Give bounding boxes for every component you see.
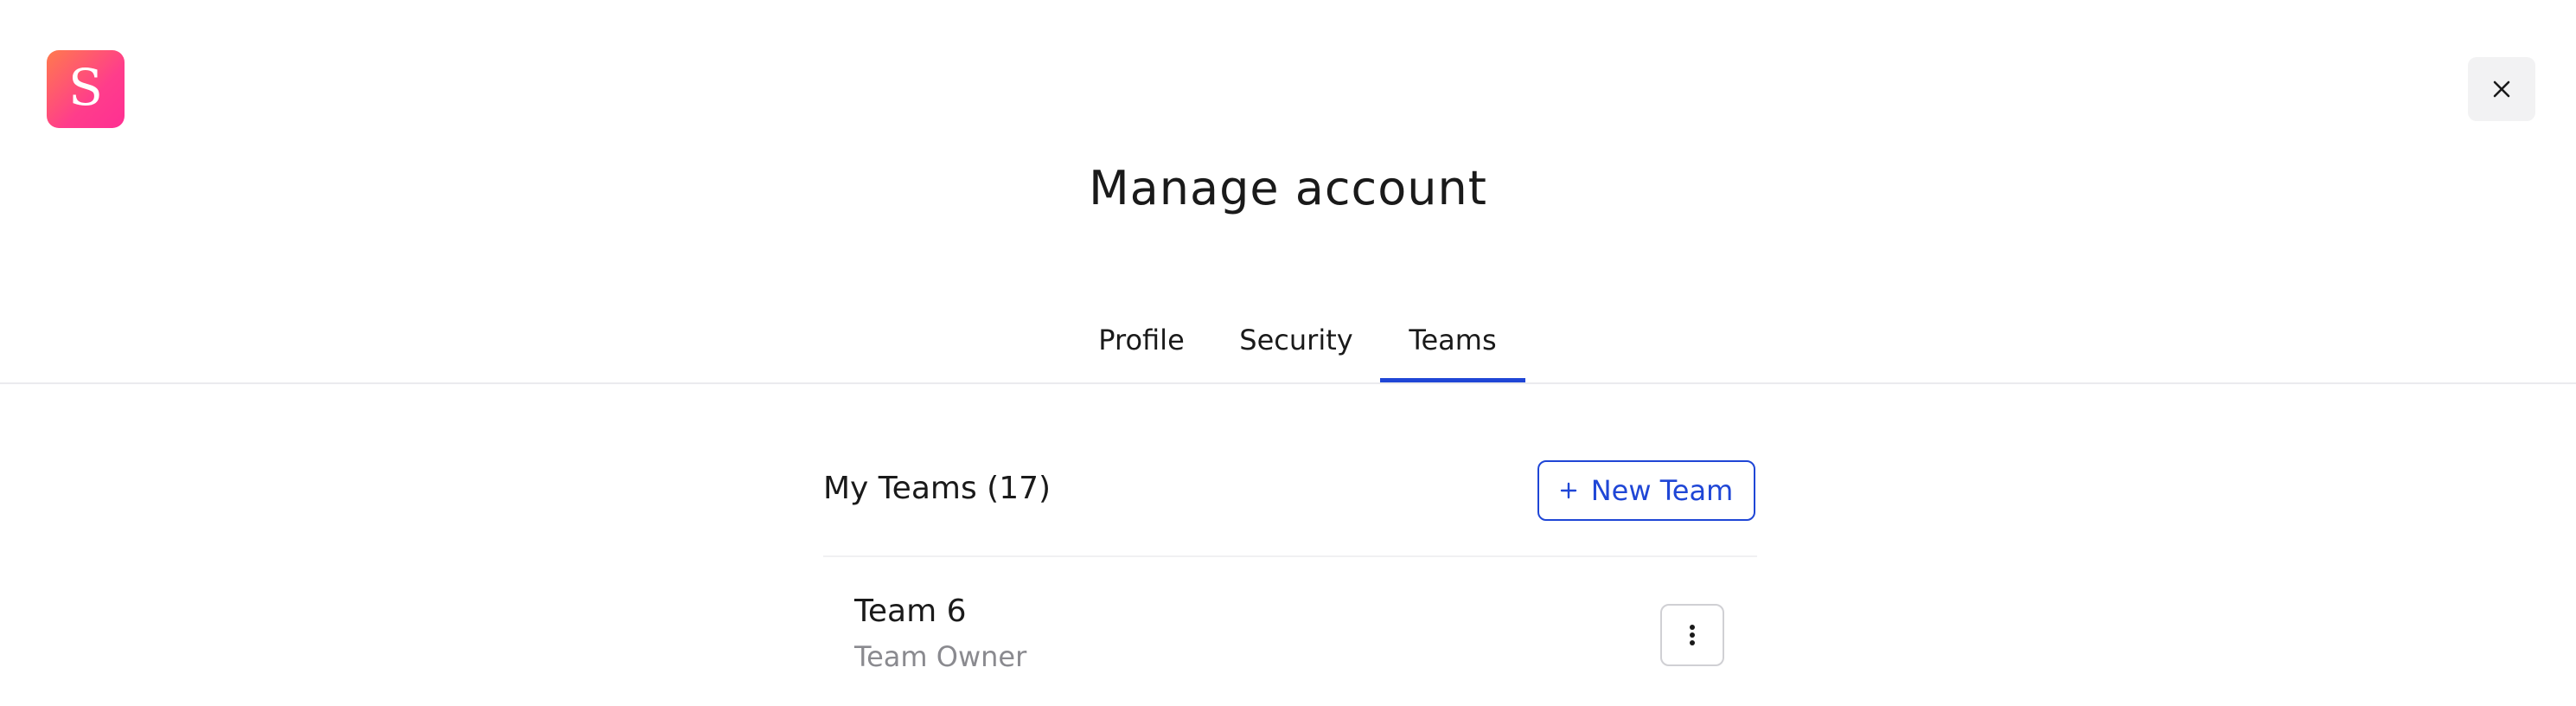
team-name: Team 6 (854, 594, 967, 629)
tab-teams-label: Teams (1409, 324, 1497, 356)
app-logo: S (47, 50, 125, 128)
manage-account-page: S Manage account Profile Security Teams … (0, 0, 2576, 706)
page-title: Manage account (1089, 161, 1487, 215)
team-more-button[interactable] (1660, 604, 1724, 666)
close-button[interactable] (2468, 57, 2535, 121)
team-row[interactable]: Team 6 Team Owner (823, 571, 1757, 706)
my-teams-title: My Teams (17) (823, 471, 1051, 506)
close-icon (2493, 80, 2510, 98)
logo-letter: S (68, 58, 103, 117)
tab-teams[interactable]: Teams (1380, 294, 1525, 382)
tab-profile[interactable]: Profile (1086, 294, 1197, 382)
team-role: Team Owner (854, 640, 1027, 673)
section-divider (823, 555, 1757, 557)
tab-profile-label: Profile (1098, 324, 1185, 356)
plus-icon (1560, 482, 1576, 499)
new-team-button[interactable]: New Team (1537, 460, 1755, 521)
tab-security-label: Security (1239, 324, 1353, 356)
new-team-label: New Team (1590, 474, 1734, 507)
more-vertical-icon (1690, 625, 1695, 645)
tab-security[interactable]: Security (1231, 294, 1361, 382)
teams-section-header: My Teams (17) New Team (823, 459, 1757, 524)
account-tabs: Profile Security Teams (0, 294, 2576, 384)
